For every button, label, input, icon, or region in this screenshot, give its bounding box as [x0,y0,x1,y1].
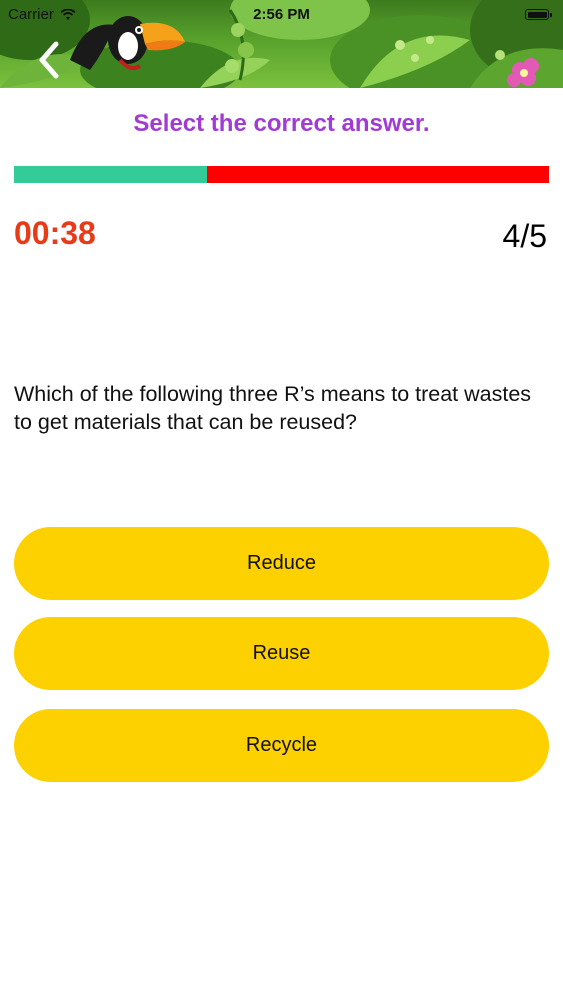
time-progress-bar [14,166,549,183]
answer-option-recycle[interactable]: Recycle [14,709,549,782]
progress-elapsed-fill [14,166,207,183]
question-counter: 4/5 [502,218,547,254]
back-button[interactable] [30,38,70,82]
countdown-timer: 00:38 [14,215,96,251]
battery-icon [525,9,552,20]
answer-option-reuse[interactable]: Reuse [14,617,549,690]
chevron-left-icon[interactable] [30,38,70,82]
answer-option-label: Reuse [252,642,311,664]
status-time: 2:56 PM [253,6,310,23]
answer-option-label: Recycle [245,734,318,756]
answer-option-reduce[interactable]: Reduce [14,527,549,600]
answer-option-label: Reduce [247,552,316,574]
jungle-header-banner: Carrier 2:56 PM [0,0,563,88]
question-text: Which of the following three R’s means t… [14,382,532,434]
status-bar: Carrier 2:56 PM [0,0,563,30]
instruction-text: Select the correct answer. [133,110,430,137]
